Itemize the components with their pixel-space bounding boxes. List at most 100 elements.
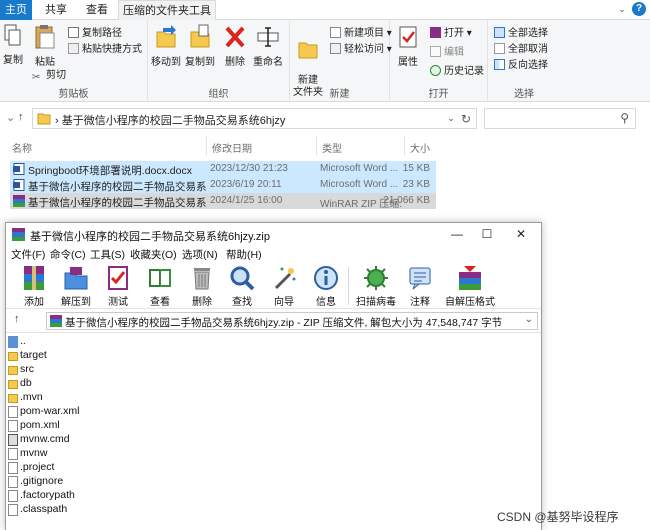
list-item[interactable]: mvnw.cmd xyxy=(6,433,541,447)
list-item[interactable]: .factorypath xyxy=(6,489,541,503)
properties-button[interactable]: 属性 xyxy=(394,24,422,68)
copy-to-button[interactable]: 复制到 xyxy=(184,24,216,68)
select-all-icon xyxy=(494,27,505,38)
find-button[interactable]: 查找 xyxy=(222,264,262,308)
menu-file[interactable]: 文件(F) xyxy=(11,247,45,262)
item-name: .factorypath xyxy=(20,489,75,501)
search-input[interactable]: ⚲ xyxy=(484,108,636,129)
select-none-button[interactable]: 全部取消 xyxy=(494,42,548,57)
add-button[interactable]: 添加 xyxy=(14,264,54,308)
new-item-icon xyxy=(330,27,341,38)
list-item[interactable]: .mvn xyxy=(6,391,541,405)
list-item[interactable]: pom.xml xyxy=(6,419,541,433)
tab-compressed-folder-tools[interactable]: 压缩的文件夹工具 xyxy=(118,0,216,20)
menu-help[interactable]: 帮助(H) xyxy=(226,247,262,262)
help-icon[interactable]: ? xyxy=(632,2,646,16)
list-item[interactable]: .classpath xyxy=(6,503,541,517)
extract-to-button[interactable]: 解压到 xyxy=(56,264,96,308)
chevron-down-icon[interactable]: ⌄ xyxy=(525,314,533,325)
address-path: › 基于微信小程序的校园二手物品交易系统6hjzy xyxy=(55,115,286,127)
winrar-path-text: 基于微信小程序的校园二手物品交易系统6hjzy.zip - ZIP 压缩文件, … xyxy=(65,317,503,329)
ribbon-tab-bar: 主页 共享 查看 压缩的文件夹工具 ⌄ ? xyxy=(0,0,650,20)
list-item[interactable]: db xyxy=(6,377,541,391)
edit-button[interactable]: 编辑 xyxy=(430,45,464,60)
refresh-icon[interactable]: ↻ xyxy=(461,112,471,126)
address-bar[interactable]: › 基于微信小程序的校园二手物品交易系统6hjzy ⌄ ↻ xyxy=(32,108,477,129)
scissors-icon: ✂ xyxy=(32,72,41,83)
list-item[interactable]: mvnw xyxy=(6,447,541,461)
close-icon[interactable]: ✕ xyxy=(506,225,536,243)
test-button[interactable]: 测试 xyxy=(98,264,138,308)
view-button[interactable]: 查看 xyxy=(140,264,180,308)
column-separator[interactable] xyxy=(206,136,207,156)
column-header-size[interactable]: 大小 xyxy=(410,140,430,155)
maximize-icon[interactable]: ☐ xyxy=(472,225,502,243)
up-folder-icon[interactable]: ↑ xyxy=(14,313,20,325)
list-item[interactable]: .gitignore xyxy=(6,475,541,489)
invert-selection-label: 反向选择 xyxy=(508,60,548,71)
column-header-date[interactable]: 修改日期 xyxy=(212,140,252,155)
tab-share[interactable]: 共享 xyxy=(38,0,74,20)
tab-home[interactable]: 主页 xyxy=(0,0,32,20)
open-button[interactable]: 打开 ▾ xyxy=(430,26,472,41)
menu-favorites[interactable]: 收藏夹(O) xyxy=(130,247,177,262)
info-label: 信息 xyxy=(316,297,336,308)
scan-virus-button[interactable]: 扫描病毒 xyxy=(354,264,398,308)
comment-button[interactable]: 注释 xyxy=(400,264,440,308)
column-header-name[interactable]: 名称 xyxy=(12,140,32,155)
copy-path-button[interactable]: 复制路径 xyxy=(68,26,122,41)
collapse-ribbon-icon[interactable]: ⌄ xyxy=(616,3,628,15)
rename-icon xyxy=(257,27,279,47)
paste-button[interactable]: 粘贴 xyxy=(32,24,58,68)
cut-button[interactable]: ✂ 剪切 xyxy=(32,68,66,83)
clipboard-group-label: 剪贴板 xyxy=(58,89,89,100)
paste-shortcut-label: 粘贴快捷方式 xyxy=(82,44,142,55)
move-to-label: 移动到 xyxy=(151,57,181,68)
list-item[interactable]: pom-war.xml xyxy=(6,405,541,419)
item-name: src xyxy=(20,363,34,375)
back-arrow-icon[interactable]: ⌄ xyxy=(6,111,15,124)
tab-view[interactable]: 查看 xyxy=(80,0,114,20)
paste-label: 粘贴 xyxy=(35,57,55,68)
list-item[interactable]: src xyxy=(6,363,541,377)
info-button[interactable]: 信息 xyxy=(306,264,346,308)
address-dropdown-icon[interactable]: ⌄ xyxy=(445,112,457,124)
minimize-icon[interactable]: — xyxy=(442,225,472,243)
menu-tools[interactable]: 工具(S) xyxy=(90,247,125,262)
rename-button[interactable]: 重命名 xyxy=(251,24,285,68)
file-row[interactable]: 基于微信小程序的校园二手物品交易系统... 2024/1/25 16:00 Wi… xyxy=(10,193,436,210)
list-item[interactable]: target xyxy=(6,349,541,363)
delete-button[interactable]: 删除 xyxy=(222,24,248,68)
file-name: 基于微信小程序的校园二手物品交易系统... xyxy=(28,197,206,209)
menu-options[interactable]: 选项(N) xyxy=(182,247,218,262)
delete-archive-button[interactable]: 删除 xyxy=(182,264,222,308)
winrar-titlebar[interactable]: 基于微信小程序的校园二手物品交易系统6hjzy.zip — ☐ ✕ xyxy=(6,223,541,245)
column-separator[interactable] xyxy=(316,136,317,156)
copy-button[interactable]: 复制 xyxy=(2,24,24,66)
menu-commands[interactable]: 命令(C) xyxy=(50,247,86,262)
column-header-type[interactable]: 类型 xyxy=(322,140,342,155)
paste-shortcut-button[interactable]: 粘贴快捷方式 xyxy=(68,42,142,57)
list-item[interactable]: .project xyxy=(6,461,541,475)
select-all-button[interactable]: 全部选择 xyxy=(494,26,548,41)
cut-label: 剪切 xyxy=(46,70,66,81)
wizard-button[interactable]: 向导 xyxy=(264,264,304,308)
invert-selection-button[interactable]: 反向选择 xyxy=(494,58,548,73)
new-item-button[interactable]: 新建项目 ▾ xyxy=(330,26,392,41)
easy-access-button[interactable]: 轻松访问 ▾ xyxy=(330,42,392,57)
column-separator[interactable] xyxy=(404,136,405,156)
file-date: 2023/6/19 20:11 xyxy=(210,179,282,190)
file-row[interactable]: Springboot环境部署说明.docx.docx 2023/12/30 21… xyxy=(10,161,436,177)
file-row[interactable]: 基于微信小程序的校园二手物品交易系统... 2023/6/19 20:11 Mi… xyxy=(10,177,436,193)
list-item[interactable]: .. xyxy=(6,335,541,349)
up-arrow-icon[interactable]: ↑ xyxy=(18,111,24,123)
winrar-path-combobox[interactable]: 基于微信小程序的校园二手物品交易系统6hjzy.zip - ZIP 压缩文件, … xyxy=(46,312,538,330)
file-list-header: 名称 修改日期 类型 大小 xyxy=(0,136,650,156)
item-name: db xyxy=(20,377,32,389)
move-to-button[interactable]: 移动到 xyxy=(150,24,182,68)
invert-selection-icon xyxy=(494,59,505,70)
history-button[interactable]: 历史记录 xyxy=(430,64,484,79)
sfx-archive-icon xyxy=(459,266,481,290)
delete-label: 删除 xyxy=(225,57,245,68)
sfx-button[interactable]: 自解压格式 xyxy=(444,264,496,308)
